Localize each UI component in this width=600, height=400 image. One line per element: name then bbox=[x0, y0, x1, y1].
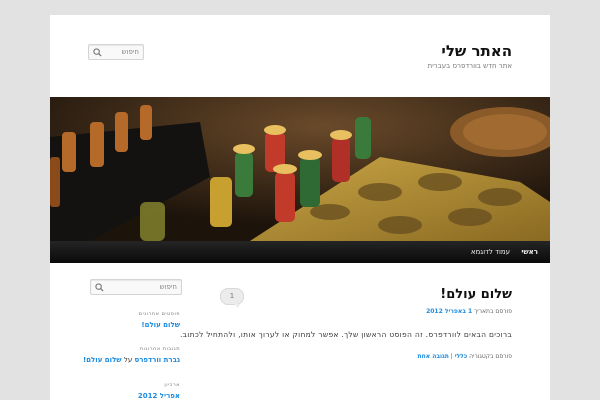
nav-item-sample-page[interactable]: עמוד לדוגמא bbox=[471, 241, 510, 263]
recent-comments-title: תגובות אחרונות bbox=[139, 346, 180, 352]
sidebar-search-input[interactable]: חיפוש bbox=[90, 279, 182, 295]
archives-title: ארכיון bbox=[164, 382, 180, 388]
post-meta: פורסם בתאריך 1 באפריל 2012 bbox=[426, 308, 512, 315]
recent-comment-post-link[interactable]: שלום עולם! bbox=[83, 356, 122, 364]
sidebar-search-placeholder: חיפוש bbox=[159, 283, 177, 291]
nav-item-home[interactable]: ראשי bbox=[521, 241, 538, 263]
site-description: אתר חדש בוורדפרס בעברית bbox=[427, 62, 512, 70]
post-content: ברוכים הבאים לוורדפרס. זה הפוסט הראשון ש… bbox=[179, 330, 512, 339]
recent-posts-title: פוסטים אחרונים bbox=[138, 311, 180, 317]
recent-comment-author-link[interactable]: גברת וורדפרס bbox=[134, 356, 180, 364]
recent-comment-on: על bbox=[123, 356, 133, 364]
site-title[interactable]: האתר שלי bbox=[441, 42, 512, 60]
chess-board-photo bbox=[50, 97, 550, 241]
post-footer-prefix: פורסם בקטגוריה bbox=[469, 353, 512, 360]
recent-post-link[interactable]: שלום עולם! bbox=[141, 321, 180, 329]
post-title[interactable]: שלום עולם! bbox=[440, 287, 512, 302]
archive-link[interactable]: אפריל 2012 bbox=[138, 392, 180, 400]
header-search-placeholder: חיפוש bbox=[121, 48, 139, 56]
post-meta-prefix: פורסם בתאריך bbox=[474, 308, 512, 315]
search-icon bbox=[95, 283, 104, 292]
post-footer: פורסם בקטגוריה כללי | תגובה אחת bbox=[418, 353, 512, 360]
post-reply-link[interactable]: תגובה אחת bbox=[418, 353, 449, 360]
main-navigation: ראשי עמוד לדוגמא bbox=[50, 241, 550, 263]
post-date-link[interactable]: 1 באפריל 2012 bbox=[426, 308, 472, 315]
comments-count-bubble[interactable]: 1 bbox=[220, 288, 244, 308]
header-banner-image[interactable] bbox=[50, 97, 550, 241]
header-search-input[interactable]: חיפוש bbox=[88, 44, 144, 60]
search-icon bbox=[93, 48, 102, 57]
post-footer-separator: | bbox=[450, 353, 453, 360]
page: האתר שלי אתר חדש בוורדפרס בעברית חיפוש ר… bbox=[50, 15, 550, 400]
recent-comment-item: גברת וורדפרס על שלום עולם! bbox=[83, 356, 180, 364]
post-category-link[interactable]: כללי bbox=[455, 353, 467, 360]
